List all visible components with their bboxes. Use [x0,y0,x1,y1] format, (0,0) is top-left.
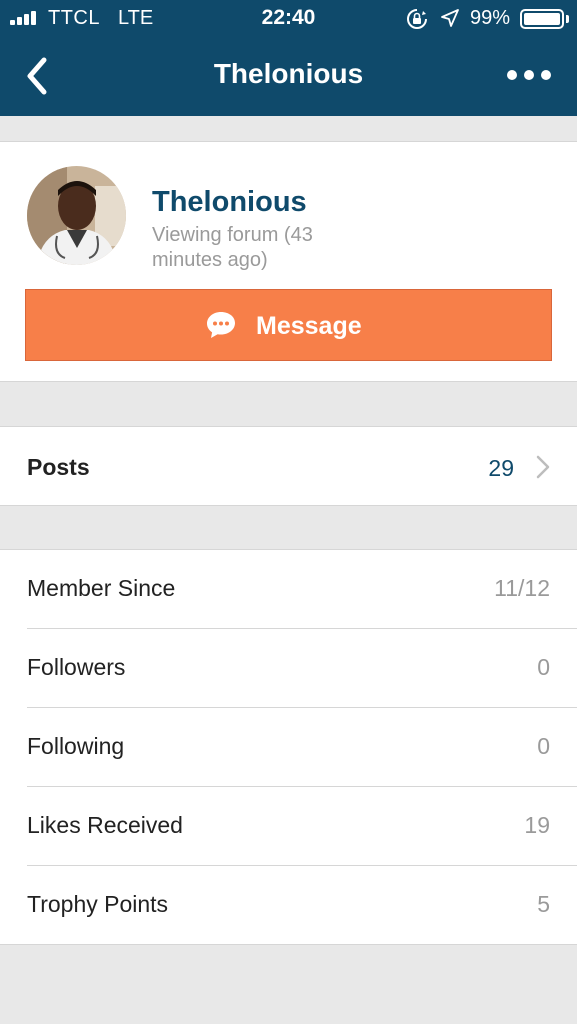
posts-label: Posts [27,454,90,480]
stat-value: 11/12 [494,575,550,601]
battery-icon [520,9,564,29]
page-title: Thelonious [213,58,364,89]
stat-row-followers[interactable]: Followers 0 [27,629,577,708]
stat-label: Likes Received [27,812,183,838]
battery-level [524,13,560,25]
posts-row[interactable]: Posts 29 [0,426,577,506]
profile-username: Thelonious [152,186,307,218]
posts-count: 29 [488,455,514,481]
more-dot [524,70,534,80]
stat-value: 0 [537,654,550,680]
app-header: TTCL LTE 22:40 99% Thelonious [0,0,577,116]
status-bar: TTCL LTE 22:40 99% [0,0,577,38]
profile-card: Thelonious Viewing forum (43 minutes ago… [0,141,577,382]
stat-value: 0 [537,733,550,759]
more-dot [541,70,551,80]
message-button-label: Message [256,312,362,340]
stat-label: Member Since [27,575,176,601]
stat-row-trophy-points[interactable]: Trophy Points 5 [27,866,577,945]
stat-label: Trophy Points [27,891,169,917]
stat-row-likes-received: Likes Received 19 [27,787,577,866]
more-options-button[interactable] [500,62,556,90]
battery-tip [566,15,569,23]
battery-percent: 99% [470,7,511,29]
chat-bubble-icon [207,312,235,338]
stat-row-following[interactable]: Following 0 [27,708,577,787]
stat-label: Followers [27,654,126,680]
stat-value: 19 [524,812,550,838]
last-activity: Viewing forum (43 minutes ago) [152,224,313,271]
member-stats-list: Member Since 11/12 Followers 0 Following… [0,549,577,945]
stat-value: 5 [537,891,550,917]
more-horizontal-icon [507,70,517,80]
stat-label: Following [27,733,125,759]
avatar[interactable] [27,166,126,265]
rotation-lock-icon [407,9,427,29]
message-button[interactable]: Message [25,289,552,361]
stat-row-member-since: Member Since 11/12 [27,550,577,629]
chevron-right-icon [536,455,550,479]
location-arrow-icon [441,9,459,27]
